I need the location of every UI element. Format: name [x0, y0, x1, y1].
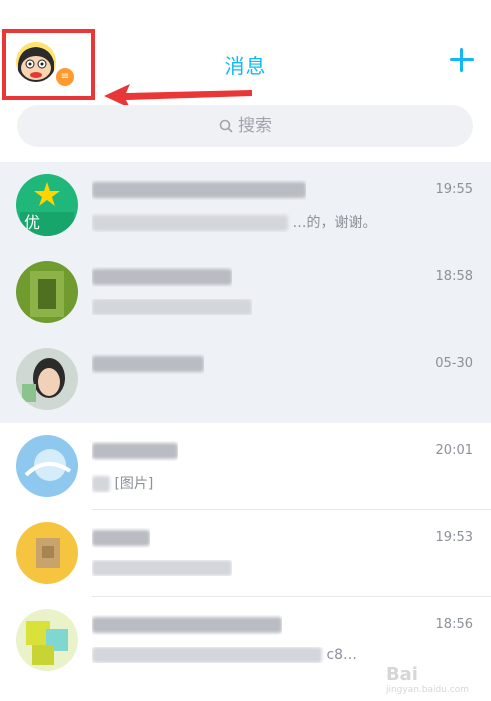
conversation-preview — [92, 560, 232, 576]
conversation-avatar — [16, 348, 78, 410]
search-bar[interactable]: 搜索 — [17, 105, 473, 147]
conversation-name — [92, 180, 306, 200]
conversation-preview: …的，谢谢。 — [92, 212, 376, 232]
conversation-item[interactable]: 18:58 — [0, 249, 491, 336]
conversation-item[interactable]: 05-30 — [0, 336, 491, 423]
conversation-time: 19:53 — [435, 530, 473, 545]
conversation-preview — [92, 299, 252, 315]
conversation-time: 18:58 — [435, 269, 473, 284]
conversation-name — [92, 354, 204, 374]
search-icon — [219, 119, 233, 133]
conversation-name — [92, 615, 282, 635]
svg-text:优: 优 — [24, 213, 40, 232]
conversation-time: 18:56 — [435, 617, 473, 632]
conversation-avatar — [16, 609, 78, 671]
conversation-preview: [图片] — [92, 473, 153, 493]
conversation-time: 20:01 — [435, 443, 473, 458]
conversation-name — [92, 441, 178, 461]
conversation-avatar: 优 — [16, 174, 78, 236]
conversation-avatar — [16, 522, 78, 584]
highlight-box — [2, 29, 95, 100]
conversation-item[interactable]: 19:53 — [0, 510, 491, 597]
conversation-avatar — [16, 261, 78, 323]
plus-icon[interactable] — [450, 48, 474, 72]
conversation-item[interactable]: [图片] 20:01 — [0, 423, 491, 510]
watermark-logo: Bai jingyan.baidu.com — [385, 664, 469, 695]
conversation-name — [92, 267, 232, 287]
conversation-name — [92, 528, 150, 548]
conversation-time: 19:55 — [435, 182, 473, 197]
conversation-avatar — [16, 435, 78, 497]
conversation-preview: c8… — [92, 647, 357, 663]
conversation-time: 05-30 — [435, 356, 473, 371]
search-placeholder: 搜索 — [238, 116, 272, 136]
conversation-item[interactable]: 优 …的，谢谢。 19:55 — [0, 162, 491, 249]
